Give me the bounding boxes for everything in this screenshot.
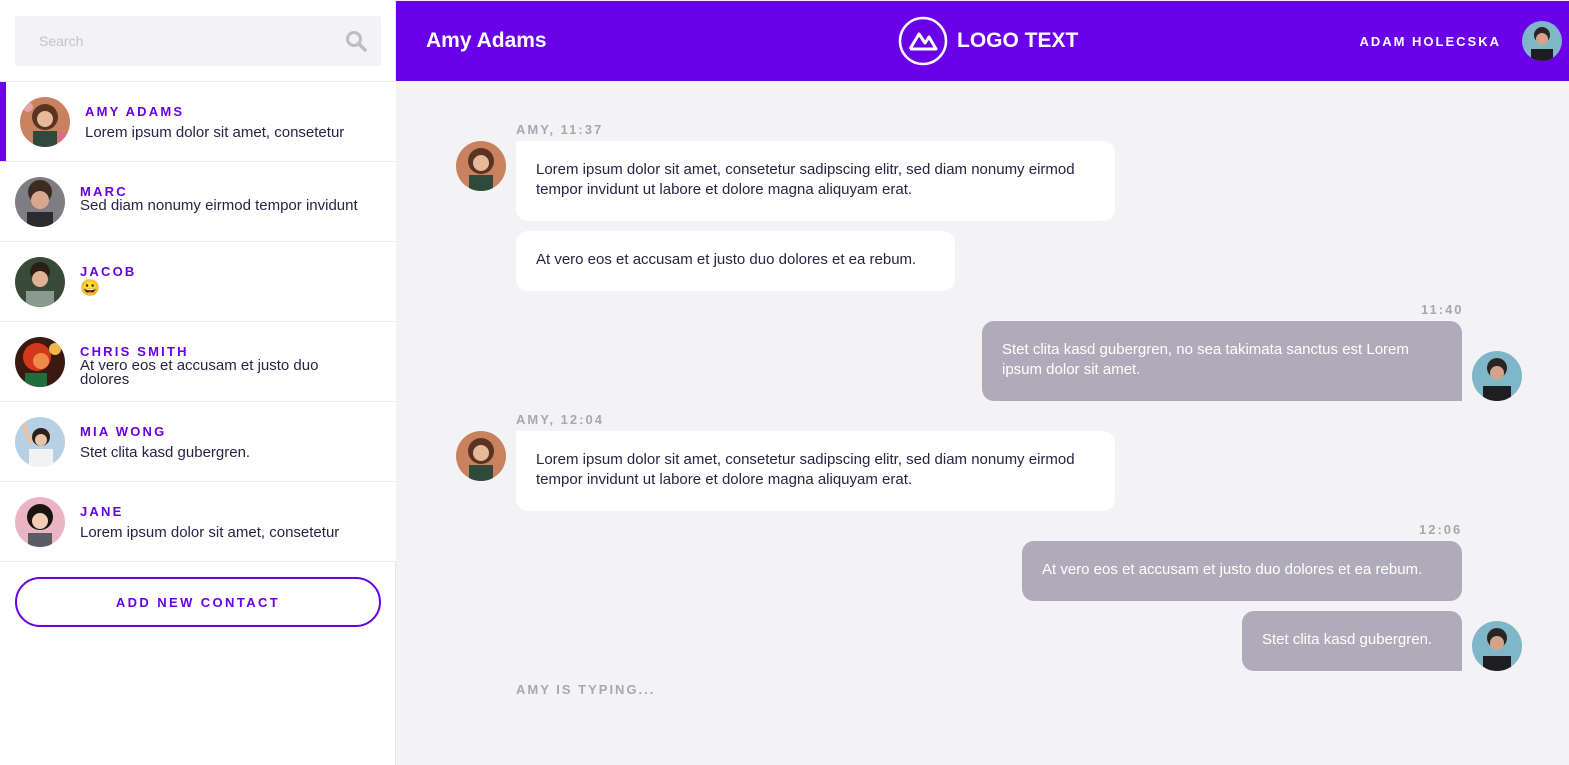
- typing-indicator: AMY IS TYPING...: [516, 682, 656, 697]
- contact-list: AMY ADAMS Lorem ipsum dolor sit amet, co…: [0, 81, 396, 562]
- contact-name: JANE: [80, 504, 124, 519]
- incoming-message: Lorem ipsum dolor sit amet, consetetur s…: [516, 141, 1115, 221]
- contact-item-amy-adams[interactable]: AMY ADAMS Lorem ipsum dolor sit amet, co…: [0, 81, 396, 162]
- message-meta: AMY, 12:04: [516, 412, 604, 427]
- contact-item-mia-wong[interactable]: MIA WONG Stet clita kasd gubergren.: [0, 401, 396, 481]
- search-input[interactable]: [15, 16, 335, 66]
- contact-item-marc[interactable]: MARC Sed diam nonumy eirmod tempor invid…: [0, 161, 396, 241]
- contact-name: MIA WONG: [80, 424, 167, 439]
- contact-last-message: Lorem ipsum dolor sit amet, consetetur: [85, 124, 345, 141]
- message-meta: 12:06: [1419, 522, 1463, 537]
- avatar: [1472, 351, 1522, 401]
- avatar: [15, 337, 65, 387]
- outgoing-message: Stet clita kasd gubergren.: [1242, 611, 1462, 671]
- contact-item-chris-smith[interactable]: CHRIS SMITH At vero eos et accusam et ju…: [0, 321, 396, 401]
- contact-last-message: Lorem ipsum dolor sit amet, consetetur: [80, 524, 340, 541]
- contact-item-jacob[interactable]: JACOB 😀: [0, 241, 396, 321]
- incoming-message: At vero eos et accusam et justo duo dolo…: [516, 231, 955, 291]
- search-box: [15, 16, 381, 66]
- contacts-sidebar: AMY ADAMS Lorem ipsum dolor sit amet, co…: [0, 0, 396, 765]
- avatar: [20, 97, 70, 147]
- contact-last-message: 😀: [80, 280, 100, 297]
- avatar: [1472, 621, 1522, 671]
- avatar: [15, 497, 65, 547]
- divider: [0, 561, 396, 562]
- contact-last-message: Sed diam nonumy eirmod tempor invidunt: [80, 197, 358, 214]
- incoming-message: Lorem ipsum dolor sit amet, consetetur s…: [516, 431, 1115, 511]
- contact-item-jane[interactable]: JANE Lorem ipsum dolor sit amet, consete…: [0, 481, 396, 561]
- avatar: [15, 417, 65, 467]
- add-new-contact-button[interactable]: ADD NEW CONTACT: [15, 577, 381, 627]
- contact-last-message: Stet clita kasd gubergren.: [80, 444, 251, 461]
- chat-title: Amy Adams: [426, 29, 547, 52]
- contact-name: JACOB: [80, 264, 137, 279]
- contact-name: AMY ADAMS: [85, 104, 185, 119]
- logo: LOGO TEXT: [898, 16, 1078, 66]
- logo-text: LOGO TEXT: [957, 29, 1079, 52]
- avatar: [15, 177, 65, 227]
- outgoing-message: Stet clita kasd gubergren, no sea takima…: [982, 321, 1462, 401]
- avatar: [15, 257, 65, 307]
- chat-header: Amy Adams LOGO TEXT ADAM HOLECSKA: [396, 1, 1569, 81]
- contact-last-message: At vero eos et accusam et justo duo dolo…: [80, 357, 319, 388]
- message-meta: 11:40: [1421, 302, 1464, 317]
- current-user-name[interactable]: ADAM HOLECSKA: [1359, 34, 1501, 49]
- outgoing-message: At vero eos et accusam et justo duo dolo…: [1022, 541, 1462, 601]
- mountain-logo-icon: [898, 16, 948, 66]
- avatar: [456, 431, 506, 481]
- message-meta: AMY, 11:37: [516, 122, 604, 137]
- current-user-avatar[interactable]: [1522, 21, 1562, 61]
- search-icon[interactable]: [345, 30, 367, 52]
- avatar: [456, 141, 506, 191]
- chat-app: AMY ADAMS Lorem ipsum dolor sit amet, co…: [0, 0, 1569, 765]
